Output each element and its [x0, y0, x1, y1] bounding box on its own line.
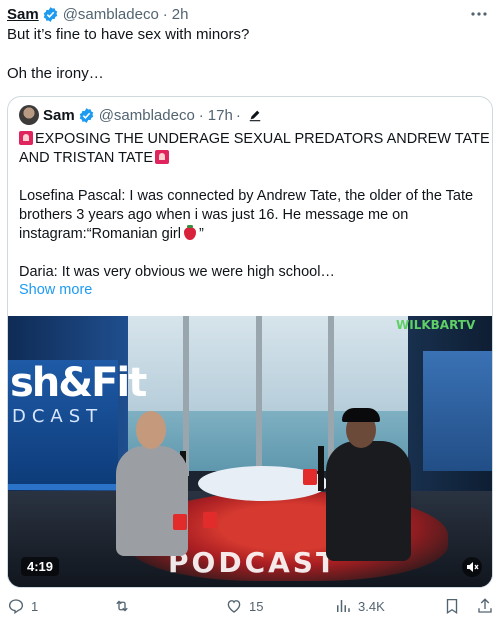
- edited-pencil-icon: [249, 110, 261, 122]
- quoted-para1-text-3a: instagram:“Romanian girl: [19, 226, 181, 242]
- strawberry-emoji-icon: [183, 225, 196, 240]
- video-duration: 4:19: [21, 557, 60, 576]
- tweet-actions: 1 15 3.4K: [0, 596, 500, 618]
- quoted-headline-text-2: AND TRISTAN TATE: [19, 150, 154, 166]
- reply-button[interactable]: 1: [7, 596, 38, 616]
- person-right-cap: [342, 408, 380, 422]
- video-right-panel: [423, 351, 492, 471]
- verified-badge-icon: [79, 107, 93, 123]
- views-chart-icon: [337, 600, 350, 612]
- quoted-separator: ·: [198, 106, 204, 124]
- more-options-icon[interactable]: [468, 4, 490, 24]
- quoted-para1-line-3: instagram:“Romanian girl ”: [19, 225, 204, 244]
- video-player[interactable]: sh&Fit DCAST WILKBARTV PODCAST 4:19: [8, 316, 492, 587]
- bookmark-icon: [446, 598, 458, 615]
- red-cup: [203, 512, 217, 528]
- quoted-separator-2: ·: [235, 106, 241, 124]
- tweet-time[interactable]: 2h: [172, 6, 189, 23]
- verified-badge-icon: [43, 6, 57, 22]
- quoted-para1-text-3b: ”: [198, 226, 204, 242]
- tweet-text-line-2: Oh the irony…: [7, 65, 104, 82]
- show-more-link[interactable]: Show more: [19, 282, 92, 298]
- video-table-text: PODCAST: [168, 546, 339, 579]
- share-icon: [478, 598, 492, 613]
- person-right: [326, 441, 411, 561]
- quoted-author-name[interactable]: Sam: [43, 107, 75, 124]
- siren-emoji-icon: [155, 150, 170, 164]
- red-cup: [173, 514, 187, 530]
- reply-icon: [8, 599, 24, 615]
- video-watermark: WILKBARTV: [396, 318, 476, 332]
- bookmark-button[interactable]: [443, 596, 467, 616]
- avatar[interactable]: [19, 105, 39, 125]
- header-separator: ·: [162, 5, 168, 23]
- quoted-headline-text-1: EXPOSING THE UNDERAGE SEXUAL PREDATORS A…: [35, 131, 490, 147]
- author-name[interactable]: Sam: [7, 6, 39, 23]
- tweet-text-line-1: But it’s fine to have sex with minors?: [7, 26, 250, 43]
- quoted-headline-line-1: EXPOSING THE UNDERAGE SEXUAL PREDATORS A…: [19, 130, 490, 149]
- person-left-head: [136, 411, 166, 449]
- heart-icon: [227, 600, 241, 613]
- retweet-button[interactable]: [113, 596, 137, 616]
- person-left: [116, 446, 188, 556]
- tweet: Sam @sambladeco · 2h But it’s fine to ha…: [0, 0, 500, 618]
- microphone: [318, 446, 324, 491]
- video-brand-text-2: DCAST: [12, 406, 104, 427]
- quoted-tweet[interactable]: Sam @sambladeco · 17h · EXPOSING THE UND…: [7, 96, 493, 588]
- quoted-tweet-header: Sam @sambladeco · 17h ·: [19, 105, 262, 125]
- siren-emoji-icon: [19, 131, 33, 145]
- reply-count: 1: [31, 598, 39, 614]
- author-handle[interactable]: @sambladeco: [63, 6, 159, 23]
- quoted-author-handle[interactable]: @sambladeco: [99, 107, 195, 124]
- quoted-para1-line-2: brothers 3 years ago when i was just 16.…: [19, 207, 409, 223]
- quoted-para2: Daria: It was very obvious we were high …: [19, 264, 335, 280]
- retweet-icon: [116, 600, 128, 612]
- views-button[interactable]: 3.4K: [334, 596, 385, 616]
- mute-icon[interactable]: [462, 557, 482, 577]
- like-button[interactable]: 15: [225, 596, 263, 616]
- views-count: 3.4K: [358, 598, 385, 614]
- video-brand-text: sh&Fit: [10, 360, 147, 406]
- like-count: 15: [249, 598, 264, 614]
- tweet-header: Sam @sambladeco · 2h: [7, 4, 188, 24]
- window-mullion: [256, 316, 262, 476]
- quoted-headline-line-2: AND TRISTAN TATE: [19, 149, 171, 168]
- quoted-para1-line-1: Losefina Pascal: I was connected by Andr…: [19, 188, 474, 204]
- red-cup: [303, 469, 317, 485]
- share-button[interactable]: [476, 596, 500, 616]
- quoted-time[interactable]: 17h: [208, 107, 233, 124]
